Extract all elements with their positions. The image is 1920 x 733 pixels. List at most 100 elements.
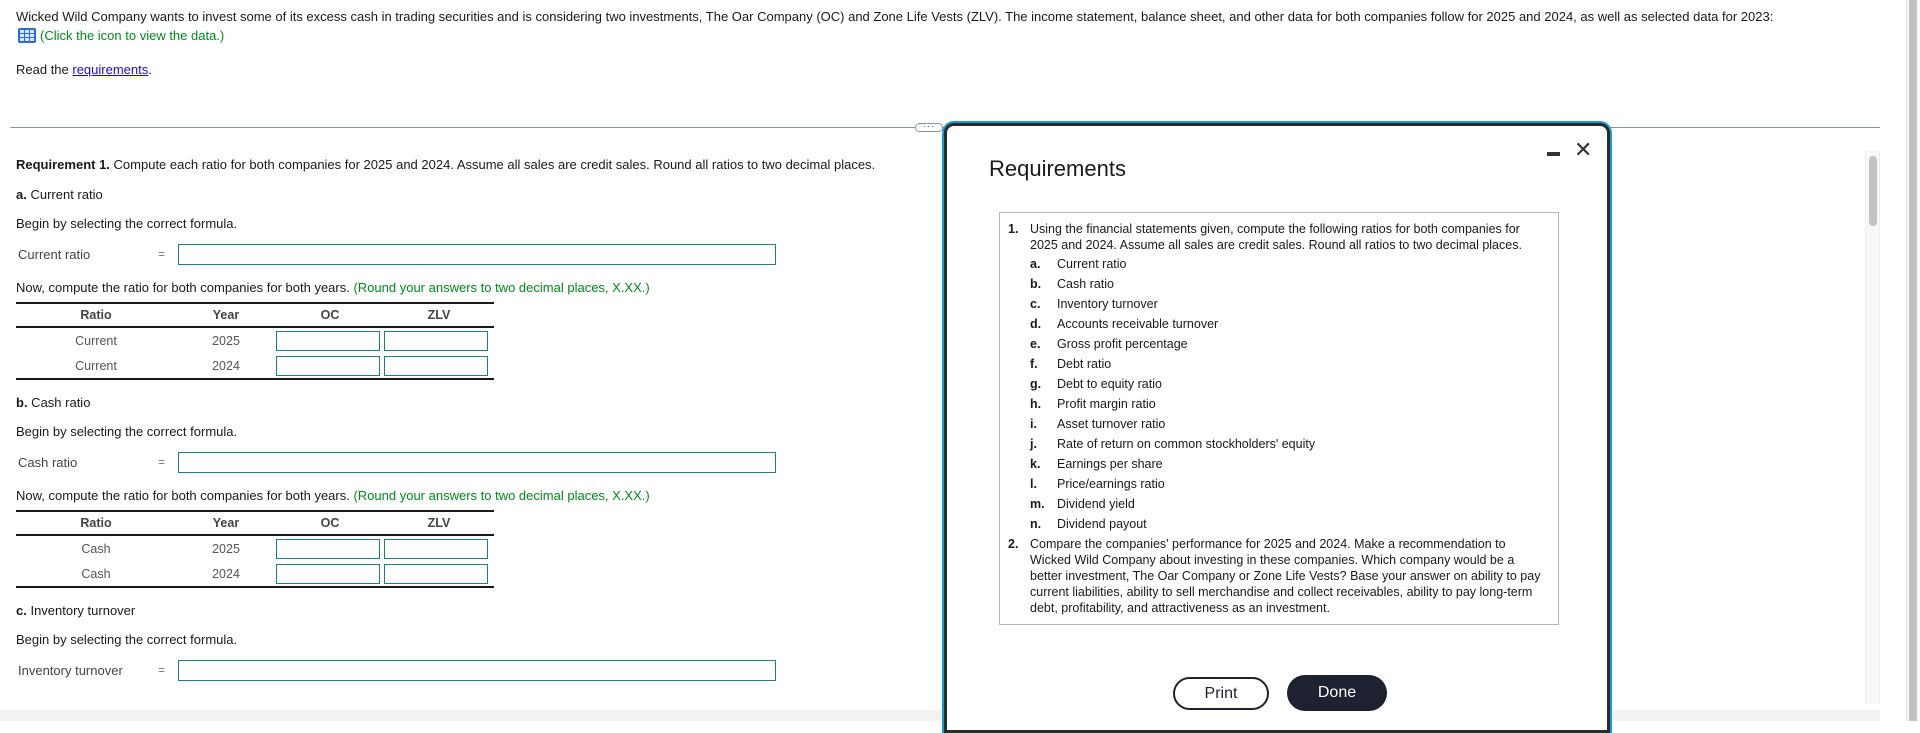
item-letter: e. bbox=[1030, 337, 1041, 351]
print-button[interactable]: Print bbox=[1173, 677, 1269, 710]
close-icon[interactable]: ✕ bbox=[1574, 139, 1592, 161]
requirement-item-2: 2. Compare the companies' performance fo… bbox=[1008, 536, 1546, 616]
section-title: Current ratio bbox=[26, 187, 103, 202]
read-suffix: . bbox=[148, 62, 152, 77]
equals-sign: = bbox=[158, 247, 166, 261]
list-item: d. Accounts receivable turnover bbox=[1030, 314, 1546, 334]
zlv-2024-input[interactable] bbox=[384, 563, 488, 584]
requirement-item-1: 1. Using the financial statements given,… bbox=[1008, 221, 1546, 534]
requirement-number: 1. bbox=[1008, 222, 1019, 236]
oc-2025-input[interactable] bbox=[276, 330, 380, 351]
now-text: Now, compute the ratio for both companie… bbox=[16, 280, 350, 295]
requirement-number: 2. bbox=[1008, 537, 1019, 551]
item-letter: c. bbox=[1030, 297, 1041, 311]
row-ratio: Current bbox=[75, 333, 117, 348]
requirements-list: 1. Using the financial statements given,… bbox=[999, 212, 1559, 625]
rounding-hint: (Round your answers to two decimal place… bbox=[353, 488, 650, 503]
zlv-2025-input[interactable] bbox=[384, 330, 488, 351]
row-ratio: Cash bbox=[81, 566, 111, 581]
cash-ratio-formula-input[interactable] bbox=[178, 451, 776, 473]
row-year: 2024 bbox=[212, 566, 240, 581]
item-text: Debt to equity ratio bbox=[1057, 377, 1162, 391]
item-letter: i. bbox=[1030, 417, 1037, 431]
view-data-link[interactable]: (Click the icon to view the data.) bbox=[18, 28, 224, 43]
table-row: Cash 2024 bbox=[16, 561, 494, 586]
item-letter: n. bbox=[1030, 517, 1042, 531]
row-ratio: Current bbox=[75, 358, 117, 373]
read-requirements: Read the requirements. bbox=[16, 62, 152, 77]
section-letter: a. bbox=[16, 187, 27, 202]
list-item: k. Earnings per share bbox=[1030, 454, 1546, 474]
section-title: Inventory turnover bbox=[26, 603, 136, 618]
section-c-heading: c. Inventory turnover bbox=[16, 603, 135, 618]
row-year: 2025 bbox=[212, 541, 240, 556]
list-item: a. Current ratio bbox=[1030, 254, 1546, 274]
row-year: 2024 bbox=[212, 358, 240, 373]
cash-ratio-table: Ratio Year OC ZLV Cash 2025 Cash 2024 bbox=[16, 510, 494, 588]
section-title: Cash ratio bbox=[27, 395, 91, 410]
header-zlv: ZLV bbox=[427, 516, 451, 530]
view-data-label[interactable]: (Click the icon to view the data.) bbox=[40, 28, 224, 43]
requirement-1-text: Compute each ratio for both companies fo… bbox=[109, 157, 876, 172]
table-header: Ratio Year OC ZLV bbox=[16, 512, 494, 536]
header-oc: OC bbox=[320, 308, 340, 322]
item-letter: l. bbox=[1030, 477, 1037, 491]
section-b-now: Now, compute the ratio for both companie… bbox=[16, 488, 650, 503]
oc-2024-input[interactable] bbox=[276, 563, 380, 584]
intro-text: Wicked Wild Company wants to invest some… bbox=[16, 9, 1774, 24]
table-row: Current 2024 bbox=[16, 353, 494, 378]
zlv-2025-input[interactable] bbox=[384, 538, 488, 559]
page-scrollbar[interactable] bbox=[1906, 0, 1920, 721]
list-item: j. Rate of return on common stockholders'… bbox=[1030, 434, 1546, 454]
page-scrollbar-thumb[interactable] bbox=[1909, 0, 1917, 721]
item-text: Debt ratio bbox=[1057, 357, 1112, 371]
requirement-text: Using the financial statements given, co… bbox=[1030, 222, 1522, 252]
section-a-begin: Begin by selecting the correct formula. bbox=[16, 216, 238, 231]
done-button[interactable]: Done bbox=[1287, 675, 1387, 711]
splitter-handle[interactable]: ··· bbox=[915, 122, 943, 132]
table-grid-icon[interactable] bbox=[18, 28, 36, 43]
list-item: c. Inventory turnover bbox=[1030, 294, 1546, 314]
item-text: Accounts receivable turnover bbox=[1057, 317, 1219, 331]
oc-2024-input[interactable] bbox=[276, 355, 380, 376]
item-letter: h. bbox=[1030, 397, 1042, 411]
requirement-1-heading: Requirement 1. Compute each ratio for bo… bbox=[16, 157, 875, 172]
list-item: i. Asset turnover ratio bbox=[1030, 414, 1546, 434]
header-oc: OC bbox=[320, 516, 340, 530]
item-letter: b. bbox=[1030, 277, 1042, 291]
minimize-icon[interactable] bbox=[1547, 152, 1560, 156]
section-b-heading: b. Cash ratio bbox=[16, 395, 90, 410]
formula-label: Inventory turnover bbox=[18, 662, 123, 678]
list-item: b. Cash ratio bbox=[1030, 274, 1546, 294]
current-ratio-formula-row: Current ratio = bbox=[18, 243, 776, 265]
header-ratio: Ratio bbox=[80, 308, 112, 322]
read-prefix: Read the bbox=[16, 62, 73, 77]
header-year: Year bbox=[212, 308, 240, 322]
header-year: Year bbox=[212, 516, 240, 530]
item-text: Asset turnover ratio bbox=[1057, 417, 1166, 431]
item-text: Cash ratio bbox=[1057, 277, 1114, 291]
item-text: Dividend payout bbox=[1057, 517, 1147, 531]
list-item: l. Price/earnings ratio bbox=[1030, 474, 1546, 494]
section-c-begin: Begin by selecting the correct formula. bbox=[16, 632, 238, 647]
zlv-2024-input[interactable] bbox=[384, 355, 488, 376]
oc-2025-input[interactable] bbox=[276, 538, 380, 559]
content-scrollbar-thumb[interactable] bbox=[1869, 156, 1877, 226]
rounding-hint: (Round your answers to two decimal place… bbox=[353, 280, 650, 295]
inventory-turnover-formula-input[interactable] bbox=[178, 659, 776, 681]
section-a-heading: a. Current ratio bbox=[16, 187, 103, 202]
row-year: 2025 bbox=[212, 333, 240, 348]
list-item: f. Debt ratio bbox=[1030, 354, 1546, 374]
cash-ratio-formula-row: Cash ratio = bbox=[18, 451, 776, 473]
item-text: Rate of return on common stockholders' e… bbox=[1057, 437, 1316, 451]
item-letter: f. bbox=[1030, 357, 1038, 371]
content-scrollbar[interactable] bbox=[1865, 151, 1880, 704]
now-text: Now, compute the ratio for both companie… bbox=[16, 488, 350, 503]
current-ratio-formula-input[interactable] bbox=[178, 243, 776, 265]
requirements-link[interactable]: requirements bbox=[72, 62, 148, 77]
table-row: Cash 2025 bbox=[16, 536, 494, 561]
item-text: Earnings per share bbox=[1057, 457, 1163, 471]
formula-label: Current ratio bbox=[18, 246, 91, 262]
list-item: n. Dividend payout bbox=[1030, 514, 1546, 534]
item-text: Profit margin ratio bbox=[1057, 397, 1156, 411]
